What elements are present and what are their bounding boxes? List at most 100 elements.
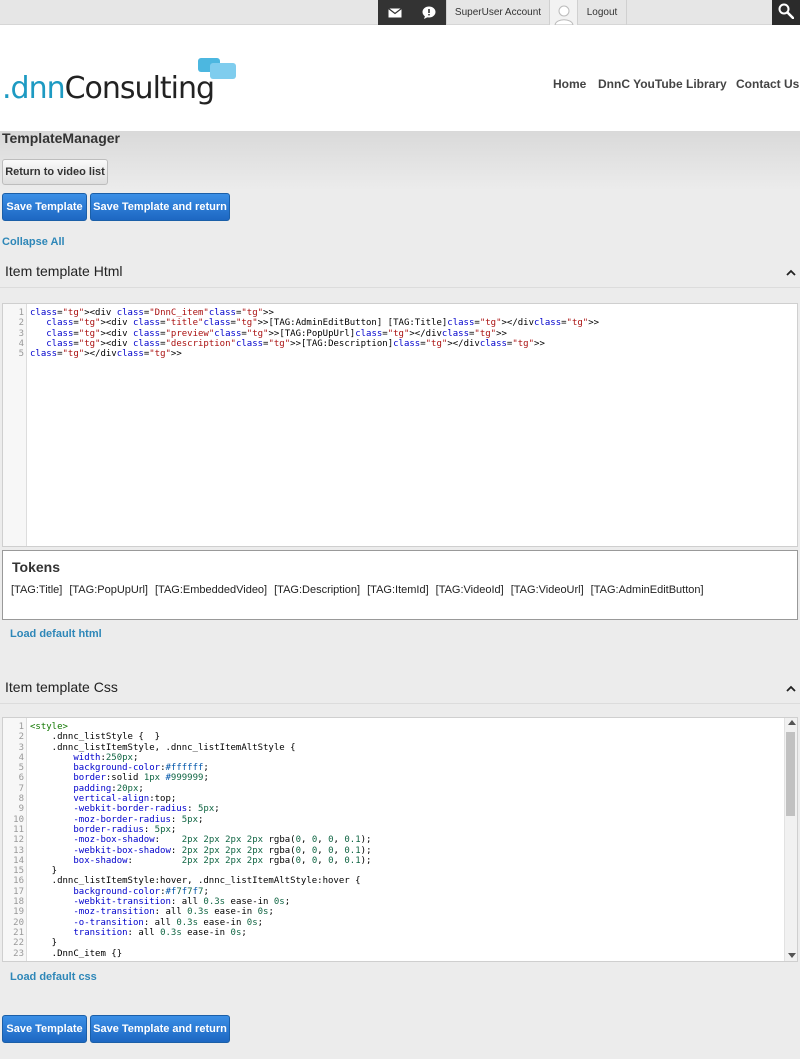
line-number: 5: [18, 763, 24, 774]
line-number: 7: [18, 783, 24, 794]
css-code-lines: 1 <style> 2 .dnnc_listStyle { } 3 .dnnc_lis…: [3, 722, 797, 959]
line-number: 21: [13, 927, 24, 938]
search-icon: [778, 3, 795, 22]
superuser-account-link[interactable]: SuperUser Account: [446, 0, 550, 25]
code-line: 21 transition: all 0.3s ease-in 0s;: [3, 928, 797, 938]
scrollbar-thumb[interactable]: [786, 732, 795, 816]
load-default-css-link[interactable]: Load default css: [10, 971, 97, 983]
token-item: [TAG:ItemId]: [367, 584, 429, 596]
dnnconsulting-logo[interactable]: .dnnConsulting: [2, 53, 242, 107]
nav-contact-us[interactable]: Contact Us: [736, 77, 799, 91]
code-text: vertical-align:top;: [73, 794, 177, 805]
code-line: 18 -webkit-transition: all 0.3s ease-in …: [3, 897, 797, 907]
line-number: 23: [13, 948, 24, 959]
code-text: .dnnc_listItemStyle, .dnnc_listItemAltSt…: [30, 742, 296, 753]
html-code-editor[interactable]: 1 class="tg"><div class="DnnC_item"class=…: [2, 303, 798, 547]
mail-icon: [388, 7, 402, 18]
code-text: .DnnC_item {}: [30, 948, 123, 959]
code-text: class="tg"><div class="description"class…: [46, 338, 545, 349]
code-text: width:250px;: [73, 752, 139, 763]
code-text: <style>: [30, 722, 68, 732]
nav-home[interactable]: Home: [553, 77, 586, 91]
code-line: 3 class="tg"><div class="preview"class="…: [3, 329, 797, 339]
code-line: 1 class="tg"><div class="DnnC_item"class=…: [3, 308, 797, 318]
token-item: [TAG:PopUpUrl]: [69, 584, 148, 596]
section-divider: [0, 287, 800, 288]
code-text: background-color:#f7f7f7;: [73, 886, 209, 897]
logout-link[interactable]: Logout: [577, 0, 627, 25]
tokens-title: Tokens: [12, 559, 60, 575]
code-text: class="tg"><div class="title"class="tg">…: [46, 318, 600, 329]
code-line: 3 .dnnc_listItemStyle, .dnnc_listItemAlt…: [3, 743, 797, 753]
code-line: 7 padding:20px;: [3, 784, 797, 794]
search-button[interactable]: [772, 0, 800, 25]
collapse-all-link[interactable]: Collapse All: [2, 236, 65, 248]
code-line: 8 vertical-align:top;: [3, 794, 797, 804]
code-line: 5 class="tg"></divclass="tg">>: [3, 349, 797, 359]
line-number: 14: [13, 855, 24, 866]
code-line: 19 -moz-transition: all 0.3s ease-in 0s;: [3, 907, 797, 917]
scroll-down-arrow[interactable]: [788, 953, 796, 958]
code-text: class="tg"><div class="preview"class="tg…: [46, 328, 507, 339]
html-code-lines: 1 class="tg"><div class="DnnC_item"class=…: [3, 308, 797, 359]
code-line: 4 width:250px;: [3, 753, 797, 763]
line-number: 2: [18, 732, 24, 743]
notifications-button[interactable]: [412, 0, 446, 25]
notification-icon: [422, 6, 436, 19]
code-text: -moz-border-radius: 5px;: [73, 814, 204, 825]
save-template-and-return-button-bottom[interactable]: Save Template and return: [90, 1015, 230, 1043]
line-number: 5: [18, 349, 24, 360]
code-text: .dnnc_listItemStyle:hover, .dnnc_listIte…: [30, 876, 361, 887]
code-text: -moz-transition: all 0.3s ease-in 0s;: [73, 907, 274, 918]
logo-text: .dnnConsulting: [2, 71, 215, 106]
code-line: 23 .DnnC_item {}: [3, 949, 797, 959]
css-code-editor[interactable]: 1 <style> 2 .dnnc_listStyle { } 3 .dnnc_lis…: [2, 717, 798, 962]
chevron-up-icon[interactable]: [786, 683, 796, 693]
nav-youtube-library[interactable]: DnnC YouTube Library: [598, 77, 727, 91]
html-section-title: Item template Html: [5, 263, 123, 279]
code-line: 2 class="tg"><div class="title"class="tg…: [3, 318, 797, 328]
code-line: 15 }: [3, 866, 797, 876]
code-line: 11 border-radius: 5px;: [3, 825, 797, 835]
code-text: }: [30, 866, 58, 877]
page-title: TemplateManager: [2, 130, 120, 146]
save-template-and-return-button[interactable]: Save Template and return: [90, 193, 230, 221]
line-number: 9: [18, 804, 24, 815]
code-line: 2 .dnnc_listStyle { }: [3, 732, 797, 742]
code-text: -webkit-border-radius: 5px;: [73, 804, 220, 815]
code-text: box-shadow: 2px 2px 2px 2px rgba(0, 0, 0…: [73, 855, 372, 866]
editor-scrollbar[interactable]: [784, 718, 797, 961]
line-number: 18: [13, 897, 24, 908]
line-number: 16: [13, 876, 24, 887]
line-number: 2: [18, 318, 24, 329]
code-text: background-color:#ffffff;: [73, 763, 209, 774]
code-line: 16 .dnnc_listItemStyle:hover, .dnnc_list…: [3, 876, 797, 886]
chevron-up-icon[interactable]: [786, 267, 796, 277]
code-text: -moz-box-shadow: 2px 2px 2px 2px rgba(0,…: [73, 835, 372, 846]
line-number: 20: [13, 917, 24, 928]
code-line: 6 border:solid 1px #999999;: [3, 773, 797, 783]
user-avatar-icon[interactable]: [549, 0, 577, 25]
line-number: 1: [18, 722, 24, 732]
line-number: 10: [13, 814, 24, 825]
code-text: .dnnc_listStyle { }: [30, 732, 161, 743]
return-to-video-list-button[interactable]: Return to video list: [2, 159, 108, 185]
load-default-html-link[interactable]: Load default html: [10, 628, 102, 640]
token-item: [TAG:VideoId]: [435, 584, 504, 596]
line-number: 12: [13, 835, 24, 846]
code-text: -webkit-box-shadow: 2px 2px 2px 2px rgba…: [73, 845, 372, 856]
line-number: 17: [13, 886, 24, 897]
save-template-button-bottom[interactable]: Save Template: [2, 1015, 87, 1043]
code-line: 4 class="tg"><div class="description"cla…: [3, 339, 797, 349]
code-text: class="tg"><div class="DnnC_item"class="…: [30, 308, 274, 318]
messages-button[interactable]: [378, 0, 412, 25]
code-text: class="tg"></divclass="tg">>: [30, 349, 182, 360]
scroll-up-arrow[interactable]: [788, 720, 796, 725]
save-template-button[interactable]: Save Template: [2, 193, 87, 221]
line-number: 13: [13, 845, 24, 856]
code-line: 9 -webkit-border-radius: 5px;: [3, 804, 797, 814]
code-line: 17 background-color:#f7f7f7;: [3, 887, 797, 897]
token-item: [TAG:AdminEditButton]: [590, 584, 704, 596]
code-text: padding:20px;: [73, 783, 144, 794]
code-text: transition: all 0.3s ease-in 0s;: [73, 927, 247, 938]
